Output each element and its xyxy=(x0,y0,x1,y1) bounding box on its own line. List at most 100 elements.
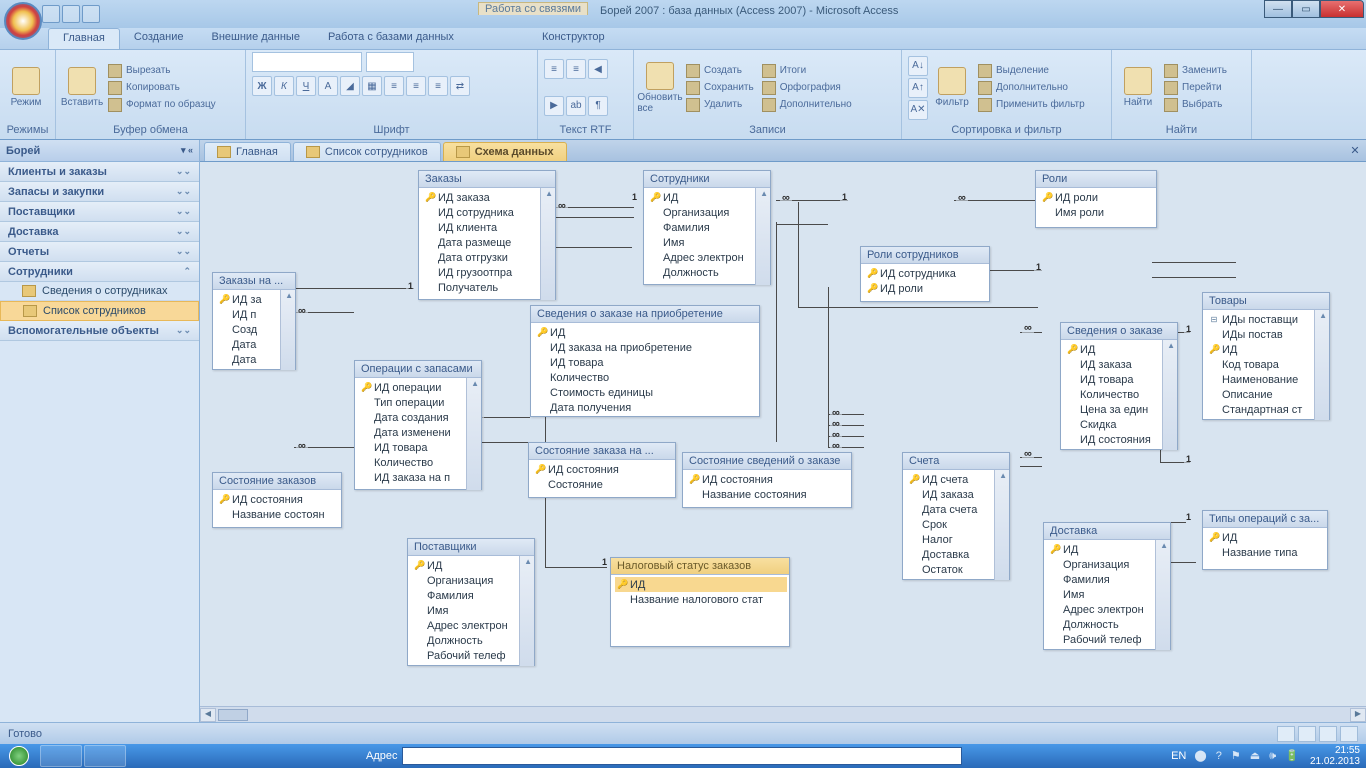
table-sved_priobr[interactable]: Сведения о заказе на приобретение🔑ИД•ИД … xyxy=(530,305,760,417)
table-sost_sved[interactable]: Состояние сведений о заказе🔑ИД состояния… xyxy=(682,452,852,508)
field[interactable]: •Доставка xyxy=(907,547,1007,562)
align-center-button[interactable]: ≡ xyxy=(406,76,426,96)
view-icon-1[interactable] xyxy=(1277,726,1295,742)
save-record-button[interactable]: Сохранить xyxy=(684,80,756,96)
filter-button[interactable]: Фильтр xyxy=(932,65,972,110)
field[interactable]: •Организация xyxy=(648,205,768,220)
tab-close-button[interactable]: ✕ xyxy=(1348,144,1362,158)
sort-asc-button[interactable]: A↓ xyxy=(908,56,928,76)
table-sved_zak[interactable]: Сведения о заказе 🔑ИД•ИД заказа•ИД товара… xyxy=(1060,322,1178,450)
qat-save-icon[interactable] xyxy=(42,5,60,23)
sort-desc-button[interactable]: A↑ xyxy=(908,78,928,98)
start-button[interactable] xyxy=(0,744,38,768)
table-sost_zak[interactable]: Состояние заказов🔑ИД состояния•Название … xyxy=(212,472,342,528)
field[interactable]: •Имя роли xyxy=(1040,205,1154,220)
nav-group-1[interactable]: Запасы и закупки⌄⌄ xyxy=(0,182,199,202)
field[interactable]: •Дата изменени xyxy=(359,425,479,440)
toggle-filter-button[interactable]: Применить фильтр xyxy=(976,97,1087,113)
rtf-button[interactable]: ¶ xyxy=(588,96,608,116)
table-zakazy[interactable]: Заказы🔑ИД заказа•ИД сотрудника•ИД клиент… xyxy=(418,170,556,300)
doc-tab-employees[interactable]: Список сотрудников xyxy=(293,142,441,161)
nav-group-3[interactable]: Доставка⌄⌄ xyxy=(0,222,199,242)
field[interactable]: 🔑ИД xyxy=(648,190,768,205)
view-icon-3[interactable] xyxy=(1319,726,1337,742)
table-header[interactable]: Сведения о заказе xyxy=(1061,323,1177,340)
field[interactable]: •ИД состояния xyxy=(1065,432,1175,447)
table-header[interactable]: Товары xyxy=(1203,293,1329,310)
indent-dec-button[interactable]: ◀ xyxy=(588,59,608,79)
field[interactable]: 🔑ИД заказа xyxy=(423,190,553,205)
field[interactable]: •Организация xyxy=(1048,557,1168,572)
table-sost_zak_na[interactable]: Состояние заказа на ...🔑ИД состояния•Сос… xyxy=(528,442,676,498)
italic-button[interactable]: К xyxy=(274,76,294,96)
field[interactable]: •ИД заказа на приобретение xyxy=(535,340,757,355)
fill-color-button[interactable]: ◢ xyxy=(340,76,360,96)
nav-group-6[interactable]: Вспомогательные объекты⌄⌄ xyxy=(0,321,199,341)
table-tipy_oper[interactable]: Типы операций с за...🔑ИД•Название типа xyxy=(1202,510,1328,570)
selection-filter-button[interactable]: Выделение xyxy=(976,63,1087,79)
tray-icons[interactable]: ⬤ ? ⚑ ⏏ 🕪 🔋 xyxy=(1194,749,1302,763)
field[interactable]: •ИД товара xyxy=(1065,372,1175,387)
table-header[interactable]: Состояние сведений о заказе xyxy=(683,453,851,470)
table-scheta[interactable]: Счета🔑ИД счета•ИД заказа•Дата счета•Срок… xyxy=(902,452,1010,580)
advanced-filter-button[interactable]: Дополнительно xyxy=(976,80,1087,96)
field[interactable]: •Количество xyxy=(359,455,479,470)
field[interactable]: •ИД грузоотпра xyxy=(423,265,553,280)
spelling-button[interactable]: Орфография xyxy=(760,80,854,96)
grid-button[interactable]: ▦ xyxy=(362,76,382,96)
table-zakazy_na[interactable]: Заказы на ...🔑ИД за•ИД п•Созд•Дата•Дата xyxy=(212,272,296,370)
field[interactable]: •Должность xyxy=(648,265,768,280)
field[interactable]: •Стоимость единицы xyxy=(535,385,757,400)
field[interactable]: •Состояние xyxy=(533,477,673,492)
find-button[interactable]: Найти xyxy=(1118,65,1158,110)
field[interactable]: •Адрес электрон xyxy=(1048,602,1168,617)
totals-button[interactable]: Итоги xyxy=(760,63,854,79)
field[interactable]: 🔑ИД состояния xyxy=(217,492,339,507)
field[interactable]: •ИД товара xyxy=(535,355,757,370)
paste-button[interactable]: Вставить xyxy=(62,65,102,110)
table-header[interactable]: Доставка xyxy=(1044,523,1170,540)
field[interactable]: •Рабочий телеф xyxy=(1048,632,1168,647)
field[interactable]: •Стандартная ст xyxy=(1207,402,1327,417)
list-button[interactable]: ≡ xyxy=(544,59,564,79)
view-icon-2[interactable] xyxy=(1298,726,1316,742)
nav-group-0[interactable]: Клиенты и заказы⌄⌄ xyxy=(0,162,199,182)
table-header[interactable]: Поставщики xyxy=(408,539,534,556)
field[interactable]: •Дата xyxy=(217,337,293,352)
field[interactable]: •Название налогового стат xyxy=(615,592,787,607)
field[interactable]: 🔑ИД xyxy=(535,325,757,340)
qat-undo-icon[interactable] xyxy=(62,5,80,23)
field[interactable]: •Должность xyxy=(412,633,532,648)
refresh-button[interactable]: Обновить все xyxy=(640,60,680,116)
field[interactable]: •ИД сотрудника xyxy=(423,205,553,220)
field[interactable]: •Адрес электрон xyxy=(412,618,532,633)
table-nalog[interactable]: Налоговый статус заказов🔑ИД•Название нал… xyxy=(610,557,790,647)
field[interactable]: •Наименование xyxy=(1207,372,1327,387)
nav-group-4[interactable]: Отчеты⌄⌄ xyxy=(0,242,199,262)
table-header[interactable]: Роли xyxy=(1036,171,1156,188)
horizontal-scrollbar[interactable]: ◀ ▶ xyxy=(200,706,1366,722)
align-left-button[interactable]: ≡ xyxy=(384,76,404,96)
view-button[interactable]: Режим xyxy=(6,65,46,110)
font-name-box[interactable] xyxy=(252,52,362,72)
office-button[interactable] xyxy=(4,2,42,40)
field[interactable]: •Фамилия xyxy=(412,588,532,603)
table-header[interactable]: Сведения о заказе на приобретение xyxy=(531,306,759,323)
field[interactable]: •Фамилия xyxy=(648,220,768,235)
align-right-button[interactable]: ≡ xyxy=(428,76,448,96)
scroll-left-icon[interactable]: ◀ xyxy=(200,708,216,722)
field[interactable]: •Скидка xyxy=(1065,417,1175,432)
chevron-left-icon[interactable]: ▾ « xyxy=(181,145,193,156)
field[interactable]: •ИД заказа на п xyxy=(359,470,479,485)
field[interactable]: •Дата получения xyxy=(535,400,757,415)
field[interactable]: •ИД клиента xyxy=(423,220,553,235)
close-button[interactable]: ✕ xyxy=(1320,0,1364,18)
field[interactable]: 🔑ИД xyxy=(1065,342,1175,357)
table-header[interactable]: Сотрудники xyxy=(644,171,770,188)
field[interactable]: 🔑ИД роли xyxy=(1040,190,1154,205)
field[interactable]: 🔑ИД xyxy=(1048,542,1168,557)
field[interactable]: •ИД заказа xyxy=(1065,357,1175,372)
qat-redo-icon[interactable] xyxy=(82,5,100,23)
field[interactable]: •ИДы постав xyxy=(1207,327,1327,342)
field[interactable]: •Название типа xyxy=(1207,545,1325,560)
